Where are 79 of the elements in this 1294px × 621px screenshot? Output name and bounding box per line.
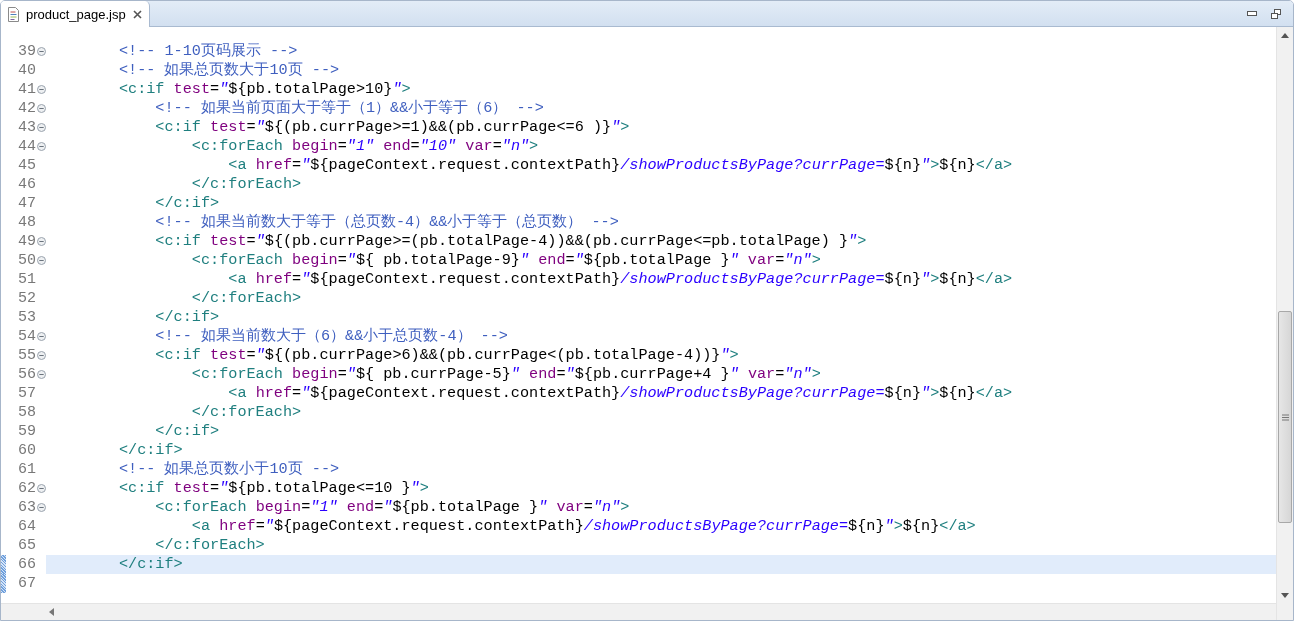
collapse-icon[interactable] xyxy=(36,484,46,493)
code-line: <c:forEach begin="${ pb.currPage-5}" end="${pb.currPage+4 }" var="n"> xyxy=(190,365,822,384)
code-line: </c:forEach> xyxy=(190,403,303,422)
grip-icon xyxy=(1281,413,1289,421)
line-number: 65 xyxy=(17,537,36,554)
line-number: 61 xyxy=(17,461,36,478)
editor-tab[interactable]: product_page.jsp xyxy=(1,1,150,27)
line-number: 66 xyxy=(17,556,36,573)
code-line: </c:if> xyxy=(154,308,221,327)
line-number: 58 xyxy=(17,404,36,421)
code-line: <!-- 如果总页数大于10页 --> xyxy=(117,61,341,80)
line-number: 45 xyxy=(17,157,36,174)
code-line: <c:forEach begin="1" end="10" var="n"> xyxy=(190,137,540,156)
line-number: 55 xyxy=(17,347,36,364)
line-number: 67 xyxy=(17,575,36,592)
vertical-scrollbar[interactable] xyxy=(1276,27,1293,620)
code-line: <c:if test="${pb.totalPage<=10 }"> xyxy=(117,479,430,498)
collapse-icon[interactable] xyxy=(36,85,46,94)
code-line: </c:if> xyxy=(154,422,221,441)
code-line: </c:if> xyxy=(154,194,221,213)
line-number: 51 xyxy=(17,271,36,288)
code-line: </c:forEach> xyxy=(190,289,303,308)
close-icon[interactable] xyxy=(131,8,143,20)
line-number: 44 xyxy=(17,138,36,155)
code-line: <a href="${pageContext.request.contextPath}/showProductsByPage?currPage=${n}">${n}</a> xyxy=(227,270,1014,289)
line-number: 47 xyxy=(17,195,36,212)
scroll-up-icon[interactable] xyxy=(1281,33,1289,38)
collapse-icon[interactable] xyxy=(36,237,46,246)
line-number: 63 xyxy=(17,499,36,516)
line-number: 52 xyxy=(17,290,36,307)
code-line: <c:if test="${pb.totalPage>10}"> xyxy=(117,80,412,99)
collapse-icon[interactable] xyxy=(36,142,46,151)
line-number: 41 xyxy=(17,81,36,98)
line-number: 62 xyxy=(17,480,36,497)
line-number: 46 xyxy=(17,176,36,193)
collapse-icon[interactable] xyxy=(36,370,46,379)
collapse-icon[interactable] xyxy=(36,256,46,265)
line-number: 64 xyxy=(17,518,36,535)
collapse-icon[interactable] xyxy=(36,104,46,113)
collapse-icon[interactable] xyxy=(36,351,46,360)
line-number: 54 xyxy=(17,328,36,345)
collapse-icon[interactable] xyxy=(36,47,46,56)
code-line: <!-- 如果当前数大于（6）&&小于总页数-4） --> xyxy=(154,327,509,346)
code-line: </c:if> xyxy=(117,441,184,460)
scroll-down-icon[interactable] xyxy=(1281,593,1289,598)
code-line: <!-- 如果总页数小于10页 --> xyxy=(117,460,341,479)
line-number: 57 xyxy=(17,385,36,402)
line-number: 59 xyxy=(17,423,36,440)
scrollbar-thumb[interactable] xyxy=(1278,311,1292,523)
line-number: 50 xyxy=(17,252,36,269)
code-line: <a href="${pageContext.request.contextPath}/showProductsByPage?currPage=${n}">${n}</a> xyxy=(190,517,977,536)
collapse-icon[interactable] xyxy=(36,332,46,341)
line-number: 40 xyxy=(17,62,36,79)
file-icon xyxy=(7,6,20,22)
collapse-icon[interactable] xyxy=(36,503,46,512)
code-line: <a href="${pageContext.request.contextPath}/showProductsByPage?currPage=${n}">${n}</a> xyxy=(227,384,1014,403)
code-line: <c:forEach begin="1" end="${pb.totalPage }" var="n"> xyxy=(154,498,631,517)
code-line: <!-- 如果当前页面大于等于（1）&&小于等于（6） --> xyxy=(154,99,545,118)
code-line: <c:forEach begin="${ pb.totalPage-9}" end="${pb.totalPage }" var="n"> xyxy=(190,251,822,270)
line-number: 42 xyxy=(17,100,36,117)
line-number: 60 xyxy=(17,442,36,459)
code-line: </c:forEach> xyxy=(154,536,266,555)
restore-icon[interactable] xyxy=(1271,8,1281,19)
line-number: 49 xyxy=(17,233,36,250)
line-number: 48 xyxy=(17,214,36,231)
code-line: <!-- 1-10页码展示 --> xyxy=(117,42,299,61)
code-line: <!-- 如果当前数大于等于（总页数-4）&&小于等于（总页数） --> xyxy=(154,213,620,232)
line-number: 39 xyxy=(17,43,36,60)
code-line: <c:if test="${(pb.currPage>6)&&(pb.currPage<(pb.totalPage-4))}"> xyxy=(154,346,740,365)
line-number: 53 xyxy=(17,309,36,326)
collapse-icon[interactable] xyxy=(36,123,46,132)
line-number: 56 xyxy=(17,366,36,383)
scroll-left-icon[interactable] xyxy=(49,608,55,616)
code-line: <c:if test="${(pb.currPage>=(pb.totalPage-4))&&(pb.currPage<=pb.totalPage) }"> xyxy=(154,232,868,251)
code-line: </c:forEach> xyxy=(190,175,303,194)
minimize-icon[interactable] xyxy=(1247,11,1257,16)
code-line: <c:if test="${(pb.currPage>=1)&&(pb.currPage<=6 )}"> xyxy=(154,118,631,137)
code-line: <a href="${pageContext.request.contextPath}/showProductsByPage?currPage=${n}">${n}</a> xyxy=(227,156,1014,175)
line-number: 43 xyxy=(17,119,36,136)
